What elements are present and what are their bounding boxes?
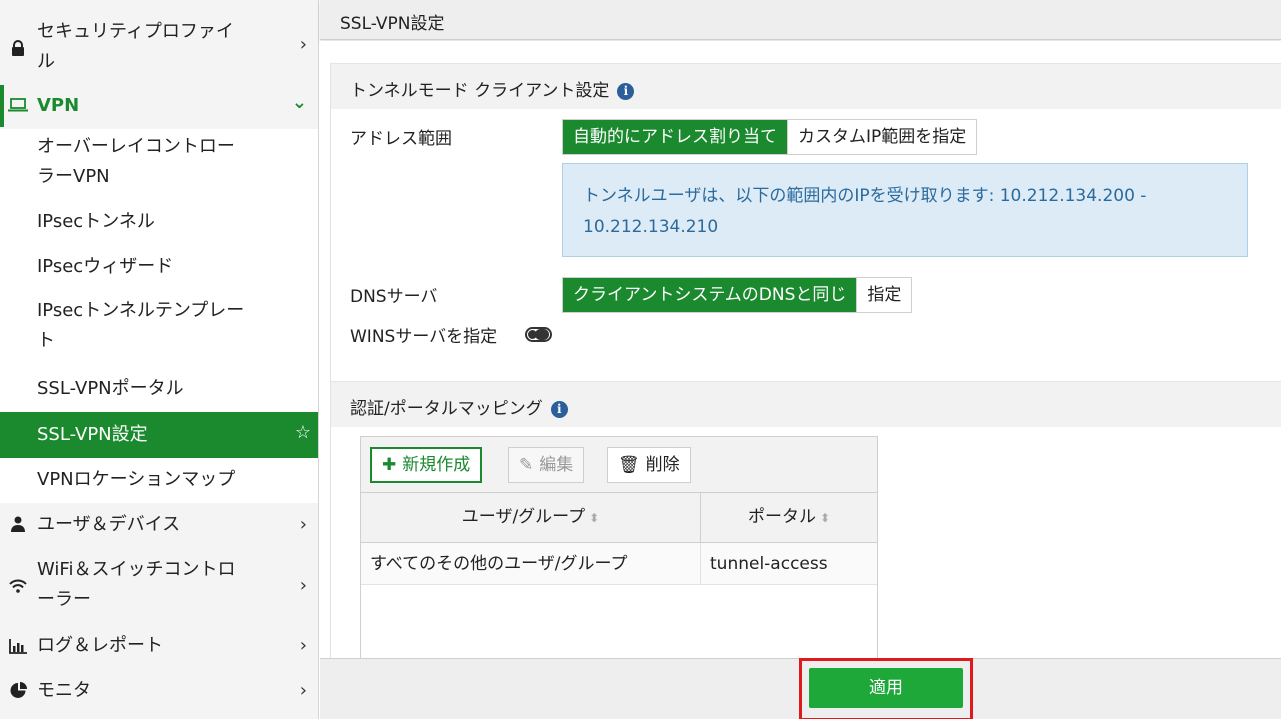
active-indicator [0, 85, 4, 127]
sidebar-item-wifi-switch-controller[interactable]: WiFi＆スイッチコントロ ーラー › [0, 550, 318, 624]
section-title: トンネルモード クライアント設定 i [350, 76, 635, 101]
sidebar-item-label: オーバーレイコントロー ラーVPN [37, 136, 235, 187]
sidebar-item-ssl-vpn-portal[interactable]: SSL-VPNポータル [0, 367, 318, 412]
edit-button[interactable]: ✎ 編集 [508, 447, 585, 483]
trash-icon: 🗑 [618, 455, 640, 475]
sidebar-item-ipsec-tunnel[interactable]: IPsecトンネル [0, 201, 318, 246]
sidebar-item-monitor[interactable]: モニタ › [0, 670, 318, 714]
column-header-portal[interactable]: ポータル ⬍ [701, 493, 877, 543]
sort-icon: ⬍ [819, 511, 831, 525]
pencil-icon: ✎ [519, 455, 534, 475]
info-icon[interactable]: i [550, 400, 568, 418]
sidebar-item-label: VPNロケーションマップ [37, 469, 236, 490]
user-icon [8, 516, 28, 532]
apply-highlight: 適用 [799, 658, 973, 719]
wins-server-toggle[interactable] [525, 327, 552, 342]
info-icon[interactable]: i [617, 82, 635, 100]
table-toolbar: ✚ 新規作成 ✎ 編集 🗑 削除 [361, 437, 877, 493]
laptop-icon [8, 98, 28, 112]
address-range-label: アドレス範囲 [350, 129, 452, 149]
sidebar-item-label: IPsecウィザード [37, 256, 174, 277]
plus-icon: ✚ [382, 455, 397, 475]
sidebar-item-user-device[interactable]: ユーザ＆デバイス › [0, 504, 318, 548]
wins-server-label: WINSサーバを指定 [350, 327, 498, 347]
sidebar-item-security-profiles[interactable]: セキュリティプロファイ ル › [0, 14, 318, 80]
main-content[interactable]: トンネルモード クライアント設定 i アドレス範囲 自動的にアドレス割り当て カス… [320, 41, 1281, 658]
sidebar-item-label: SSL-VPN設定 [37, 424, 148, 445]
pie-chart-icon [8, 682, 28, 699]
sidebar-item-label: セキュリティプロファイ ル [37, 21, 234, 72]
custom-ip-range-option[interactable]: カスタムIP範囲を指定 [787, 120, 977, 154]
star-icon[interactable]: ☆ [295, 422, 311, 443]
page-header: SSL-VPN設定 [320, 0, 1281, 40]
sidebar-item-label: WiFi＆スイッチコントロ ーラー [37, 559, 236, 610]
sidebar-item-label: ユーザ＆デバイス [37, 514, 181, 535]
table-cell-group[interactable]: すべてのその他のユーザ/グループ [361, 543, 701, 585]
sidebar-item-log-report[interactable]: ログ＆レポート › [0, 626, 318, 668]
sort-icon: ⬍ [589, 511, 600, 525]
section-title: 認証/ポータルマッピング i [350, 394, 568, 419]
dns-server-toggle[interactable]: クライアントシステムのDNSと同じ 指定 [562, 277, 913, 313]
chevron-right-icon: › [299, 635, 307, 656]
sidebar-item-label: ログ＆レポート [37, 635, 163, 656]
sidebar-item-ssl-vpn-settings[interactable]: SSL-VPN設定 ☆ [0, 412, 318, 458]
auto-assign-option[interactable]: 自動的にアドレス割り当て [563, 120, 787, 154]
ip-range-info-box: トンネルユーザは、以下の範囲内のIPを受け取ります: 10.212.134.20… [562, 163, 1248, 257]
chevron-right-icon: › [299, 575, 307, 596]
sidebar-item-label: IPsecトンネルテンプレー ト [37, 300, 245, 351]
sidebar-item-label: SSL-VPNポータル [37, 378, 184, 399]
page-title: SSL-VPN設定 [340, 14, 445, 34]
settings-panel: トンネルモード クライアント設定 i アドレス範囲 自動的にアドレス割り当て カス… [330, 63, 1281, 658]
create-new-button[interactable]: ✚ 新規作成 [370, 447, 483, 483]
auth-portal-table: ✚ 新規作成 ✎ 編集 🗑 削除 ユーザ/グループ ⬍ ポータル ⬍ すべてのその他のユー… [360, 436, 878, 658]
sidebar-item-overlay-controller-vpn[interactable]: オーバーレイコントロー ラーVPN [0, 129, 318, 201]
sidebar-item-vpn-location-map[interactable]: VPNロケーションマップ [0, 458, 318, 503]
sidebar-item-ipsec-tunnel-template[interactable]: IPsecトンネルテンプレー ト [0, 291, 318, 367]
address-range-toggle[interactable]: 自動的にアドレス割り当て カスタムIP範囲を指定 [562, 119, 978, 155]
dns-server-label: DNSサーバ [350, 287, 438, 307]
chevron-right-icon: › [299, 34, 307, 55]
same-as-client-dns-option[interactable]: クライアントシステムのDNSと同じ [563, 278, 857, 312]
delete-button[interactable]: 🗑 削除 [607, 447, 691, 483]
tunnel-mode-section-header: トンネルモード クライアント設定 i [331, 63, 1281, 109]
sidebar-item-ipsec-wizard[interactable]: IPsecウィザード [0, 246, 318, 291]
specify-dns-option[interactable]: 指定 [856, 278, 912, 312]
table-cell-portal[interactable]: tunnel-access [701, 543, 877, 585]
apply-button[interactable]: 適用 [809, 668, 963, 708]
wifi-icon [8, 579, 28, 593]
sidebar-item-label: IPsecトンネル [37, 211, 155, 232]
footer-bar: 適用 [320, 658, 1281, 719]
lock-icon [8, 40, 28, 56]
sidebar-item-vpn[interactable]: VPN ⌄ [0, 85, 318, 127]
sidebar-item-label: VPN [37, 95, 80, 116]
chevron-down-icon: ⌄ [291, 92, 307, 113]
column-header-user-group[interactable]: ユーザ/グループ ⬍ [361, 493, 701, 543]
sidebar: セキュリティプロファイ ル › VPN ⌄ オーバーレイコントロー ラーVPN … [0, 0, 319, 719]
bar-chart-icon [8, 639, 28, 654]
chevron-right-icon: › [299, 680, 307, 701]
chevron-right-icon: › [299, 514, 307, 535]
auth-portal-section-header: 認証/ポータルマッピング i [331, 381, 1281, 427]
sidebar-item-label: モニタ [37, 680, 91, 701]
